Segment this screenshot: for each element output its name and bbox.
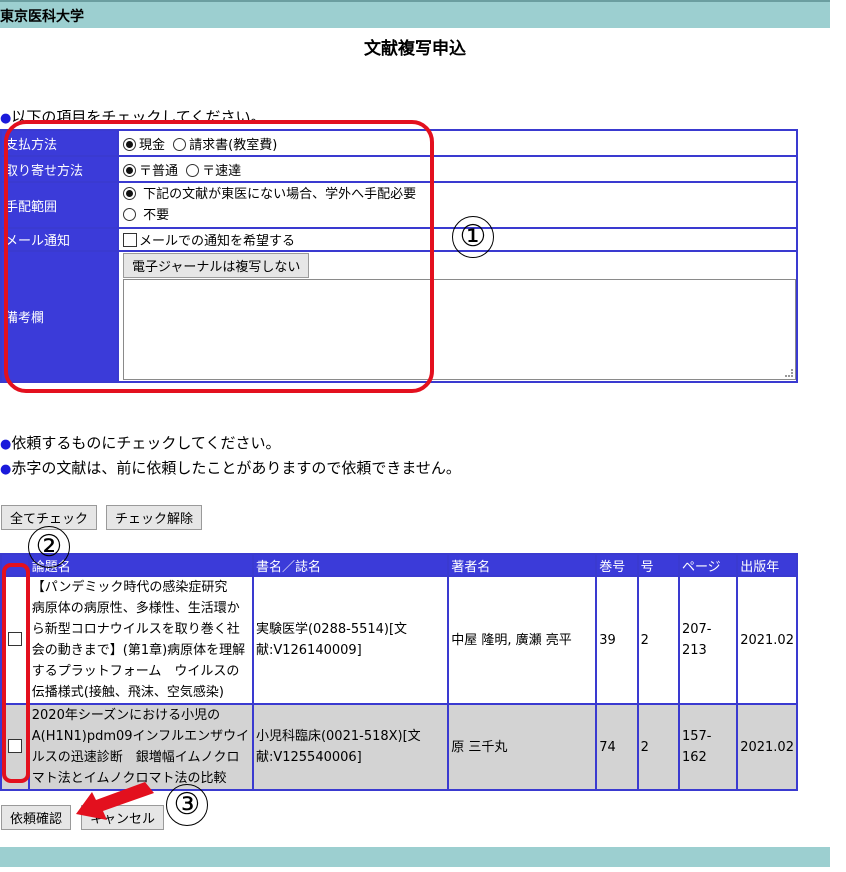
row-issue: 2 — [636, 575, 680, 705]
request-confirm-button[interactable]: 依頼確認 — [1, 805, 72, 830]
row-journal: 小児科臨床(0021-518X)[文献:V125540006] — [251, 703, 450, 791]
row-authors: 原 三千丸 — [447, 703, 598, 791]
col-header-volume: 巻号 — [595, 553, 639, 577]
resize-grip-icon[interactable] — [785, 369, 793, 377]
bullet-icon: ● — [0, 462, 12, 477]
row-volume: 39 — [595, 575, 639, 705]
footer-bar — [0, 847, 830, 867]
row-issue: 2 — [636, 703, 680, 791]
row-pages: 207-213 — [677, 575, 739, 705]
table-row: 【パンデミック時代の感染症研究 病原体の病原性、多様性、生活環から新型コロナウイ… — [0, 575, 798, 705]
page-title: 文献複写申込 — [364, 39, 466, 59]
documents-table: 論題名 書名／誌名 著者名 巻号 号 ページ 出版年 【パンデミック時代の感染症… — [0, 553, 798, 791]
bullet-icon: ● — [0, 437, 12, 452]
table-row: 2020年シーズンにおける小児のA(H1N1)pdm09インフルエンザウイルスの… — [0, 703, 798, 791]
row-volume: 74 — [595, 703, 639, 791]
header-bar: 東京医科大学 — [0, 0, 830, 28]
col-header-authors: 著者名 — [447, 553, 598, 577]
row-journal: 実験医学(0288-5514)[文献:V126140009] — [251, 575, 450, 705]
annotation-number-3: ③ — [166, 784, 208, 826]
col-header-pages: ページ — [677, 553, 739, 577]
col-header-year: 出版年 — [736, 553, 798, 577]
uncheck-all-button[interactable]: チェック解除 — [106, 505, 203, 530]
bullet-icon: ● — [0, 111, 12, 126]
row-authors: 中屋 隆明, 廣瀬 亮平 — [447, 575, 598, 705]
row-year: 2021.02 — [736, 703, 798, 791]
instruction-select-items: ●依頼するものにチェックしてください。 — [0, 434, 281, 452]
annotation-arrow-icon — [76, 782, 154, 820]
col-header-journal: 書名／誌名 — [251, 553, 450, 577]
annotation-number-1: ① — [452, 216, 494, 258]
instruction-red-warning: ●赤字の文献は、前に依頼したことがありますので依頼できません。 — [0, 459, 461, 477]
annotation-highlight-options — [4, 120, 434, 393]
institution-name: 東京医科大学 — [0, 9, 84, 25]
row-pages: 157-162 — [677, 703, 739, 791]
row-year: 2021.02 — [736, 575, 798, 705]
row-title: 2020年シーズンにおける小児のA(H1N1)pdm09インフルエンザウイルスの… — [27, 703, 254, 791]
annotation-number-2: ② — [28, 526, 70, 568]
row-title: 【パンデミック時代の感染症研究 病原体の病原性、多様性、生活環から新型コロナウイ… — [27, 575, 254, 705]
col-header-issue: 号 — [636, 553, 680, 577]
annotation-highlight-checkboxes — [2, 563, 30, 783]
